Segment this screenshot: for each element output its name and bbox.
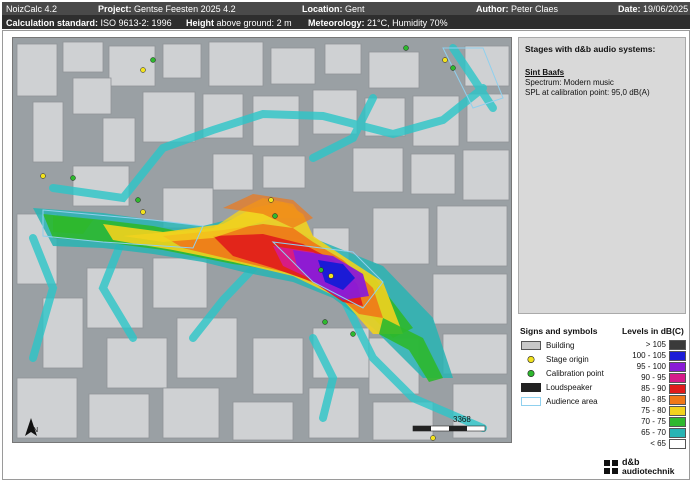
level-row: 75 - 80 — [622, 406, 686, 416]
level-swatch — [669, 439, 686, 449]
map-canvas: 3368 N — [16, 41, 510, 441]
calibration-point-icon — [527, 369, 535, 378]
level-swatch — [669, 362, 686, 372]
scale-bar — [412, 425, 486, 432]
title-bar: NoizCalc 4.2 Project: Gentse Feesten 202… — [2, 2, 690, 15]
level-row: < 65 — [622, 439, 686, 449]
date-field: Date: 19/06/2025 — [618, 4, 689, 14]
audience-area-swatch — [521, 397, 541, 406]
height-field: Height above ground: 2 m — [186, 18, 292, 28]
location-field: Location: Gent — [302, 4, 365, 14]
stage-origin-icon — [527, 355, 535, 364]
loudspeaker-swatch — [521, 383, 541, 392]
dnb-logo: d&b audiotechnik — [604, 458, 684, 478]
legend-audience-area: Audience area — [521, 396, 621, 408]
level-label: 70 - 75 — [641, 417, 666, 426]
settings-bar: Calculation standard: ISO 9613-2: 1996 H… — [2, 15, 690, 29]
level-row: 70 - 75 — [622, 417, 686, 427]
level-row: > 105 — [622, 340, 686, 350]
level-label: < 65 — [650, 439, 666, 448]
building-swatch — [521, 341, 541, 350]
stage-name: Sint Baafs — [525, 68, 565, 77]
level-row: 95 - 100 — [622, 362, 686, 372]
meteorology-field: Meteorology: 21°C, Humidity 70% — [308, 18, 448, 28]
signs-title: Signs and symbols — [520, 326, 598, 336]
north-label: N — [33, 427, 38, 434]
level-swatch — [669, 373, 686, 383]
level-swatch — [669, 384, 686, 394]
spectrum-line: Spectrum: Modern music — [525, 78, 614, 87]
scale-label: 3368 — [453, 415, 471, 424]
app-name: NoizCalc 4.2 — [6, 4, 58, 14]
calc-standard: Calculation standard: ISO 9613-2: 1996 — [6, 18, 172, 28]
level-label: 80 - 85 — [641, 395, 666, 404]
noise-map[interactable]: 3368 N — [12, 37, 512, 443]
level-label: 75 - 80 — [641, 406, 666, 415]
stage-info-panel: Stages with d&b audio systems: Sint Baaf… — [518, 37, 686, 314]
legend-stage-origin: Stage origin — [521, 354, 621, 366]
level-label: 85 - 90 — [641, 384, 666, 393]
level-swatch — [669, 406, 686, 416]
legend-loudspeaker: Loudspeaker — [521, 382, 621, 394]
logo-line2: audiotechnik — [622, 466, 675, 476]
spl-line: SPL at calibration point: 95,0 dB(A) — [525, 88, 650, 97]
level-row: 80 - 85 — [622, 395, 686, 405]
level-label: > 105 — [645, 340, 666, 349]
dnb-logo-icon — [604, 460, 618, 474]
level-swatch — [669, 417, 686, 427]
level-swatch — [669, 395, 686, 405]
level-swatch — [669, 428, 686, 438]
level-swatch — [669, 351, 686, 361]
level-label: 95 - 100 — [636, 362, 666, 371]
level-swatch — [669, 340, 686, 350]
author-field: Author: Peter Claes — [476, 4, 559, 14]
level-row: 90 - 95 — [622, 373, 686, 383]
legend-calibration-point: Calibration point — [521, 368, 621, 380]
level-label: 65 - 70 — [641, 428, 666, 437]
level-row: 65 - 70 — [622, 428, 686, 438]
level-label: 90 - 95 — [641, 373, 666, 382]
legend-building: Building — [521, 340, 621, 352]
project-field: Project: Gentse Feesten 2025 4.2 — [98, 4, 236, 14]
levels-title: Levels in dB(C) — [622, 326, 684, 336]
level-row: 100 - 105 — [622, 351, 686, 361]
info-heading: Stages with d&b audio systems: — [525, 44, 656, 54]
level-row: 85 - 90 — [622, 384, 686, 394]
level-label: 100 - 105 — [632, 351, 666, 360]
